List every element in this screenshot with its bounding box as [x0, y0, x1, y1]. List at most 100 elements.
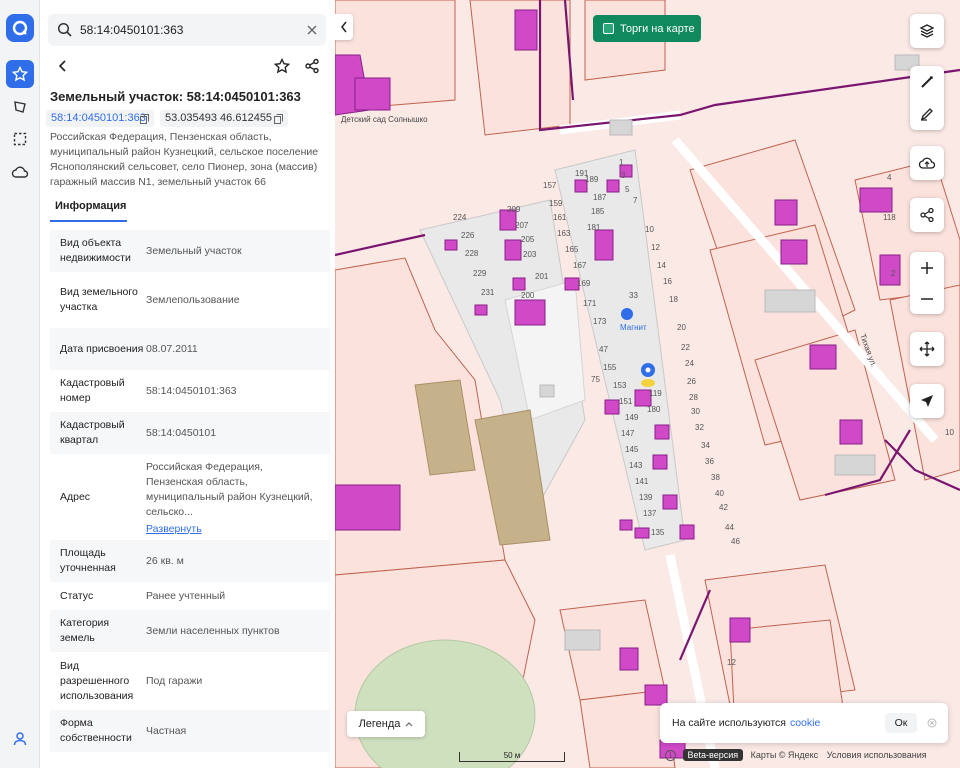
lot-number: 165: [565, 245, 579, 254]
map-building: [514, 299, 546, 326]
lot-number: 224: [453, 213, 467, 222]
table-row: Площадь уточненная 26 кв. м: [50, 540, 330, 582]
lot-number: 151: [619, 397, 633, 406]
ruler-icon[interactable]: [919, 74, 935, 90]
layers-button[interactable]: [910, 14, 944, 48]
map-building: [652, 454, 668, 470]
map-footer: i Beta-версия Карты © Яндекс Условия исп…: [665, 749, 960, 766]
yandex-credit[interactable]: Карты © Яндекс: [751, 750, 819, 760]
cookie-link[interactable]: cookie: [790, 717, 820, 729]
search-input[interactable]: [80, 14, 290, 46]
table-row: Дата присвоения 08.07.2011: [50, 328, 330, 370]
clear-search-icon[interactable]: [306, 24, 318, 36]
row-label: Дата присвоения: [60, 342, 144, 355]
table-row: Кадастровый номер 58:14:0450101:363: [50, 370, 330, 412]
chevron-left-icon: [341, 21, 347, 33]
lot-number: 141: [635, 477, 649, 486]
measure-nav-button[interactable]: [6, 93, 34, 121]
select-area-nav-button[interactable]: [6, 125, 34, 153]
lot-number: 147: [621, 429, 635, 438]
app-logo[interactable]: [6, 14, 34, 42]
row-label: Кадастровый квартал: [60, 419, 125, 446]
cadastral-number-chip[interactable]: 58:14:0450101:363: [46, 110, 154, 127]
map-building: [839, 419, 863, 445]
collapse-panel-button[interactable]: [335, 14, 353, 40]
lot-number: 157: [543, 181, 557, 190]
lot-number: 40: [715, 489, 724, 498]
lot-number: 139: [639, 493, 653, 502]
lot-number: 118: [883, 213, 896, 222]
info-icon[interactable]: i: [665, 750, 676, 762]
map-share-button[interactable]: [910, 198, 944, 232]
map-building: [354, 77, 391, 111]
profile-nav-button[interactable]: [6, 725, 34, 753]
lot-number: 1: [619, 158, 624, 167]
favorite-star-icon[interactable]: [274, 58, 290, 74]
lot-number: 22: [681, 343, 690, 352]
map-building: [654, 424, 670, 440]
lot-number: 24: [685, 359, 694, 368]
map-label: Детский сад Солнышко: [341, 115, 428, 124]
copy-icon[interactable]: [274, 114, 283, 124]
my-location-button[interactable]: [910, 384, 944, 418]
cookie-banner: На сайте используются cookie Ок: [660, 703, 948, 743]
lot-number: 185: [591, 207, 605, 216]
back-icon[interactable]: [56, 59, 70, 73]
row-value: Земли населенных пунктов: [146, 624, 280, 637]
map-canvas[interactable]: Детский сад Солнышко Тихая ул. Магнит 22…: [335, 0, 960, 768]
scale-bar: 50 м: [459, 752, 565, 762]
cadastral-number-link[interactable]: 58:14:0450101:363: [51, 112, 146, 124]
cookie-ok-button[interactable]: Ок: [885, 713, 917, 733]
shop-poi[interactable]: [621, 308, 633, 320]
lot-number: 143: [629, 461, 643, 470]
chevron-up-icon: [405, 722, 413, 727]
lot-number: 226: [461, 231, 475, 240]
pan-button[interactable]: [910, 332, 944, 366]
map-building: [514, 9, 538, 51]
lot-number: 181: [587, 223, 601, 232]
row-label: Вид разрешенного использования: [60, 659, 134, 702]
cookie-text: На сайте используются: [672, 717, 786, 729]
map-building: [619, 647, 639, 671]
zoom-out-icon[interactable]: [920, 292, 934, 306]
parcel-address: Российская Федерация, Пензенская область…: [50, 131, 319, 188]
cloud-nav-button[interactable]: [6, 158, 34, 186]
upload-button[interactable]: [910, 146, 944, 180]
favorites-nav-button[interactable]: [6, 60, 34, 88]
coordinates-chip[interactable]: 53.035493 46.612455: [160, 110, 288, 127]
row-value: Землепользование: [146, 293, 240, 306]
lot-number: 149: [625, 413, 639, 422]
lot-number: 167: [573, 261, 587, 270]
lot-number: 12: [727, 658, 736, 667]
table-row: Адрес Российская Федерация, Пензенская об…: [50, 454, 330, 540]
close-icon[interactable]: [927, 718, 937, 728]
legend-button[interactable]: Легенда: [347, 711, 425, 737]
lot-number: 46: [731, 537, 740, 546]
polygon-icon: [14, 101, 26, 113]
coordinates-text: 53.035493 46.612455: [165, 112, 273, 124]
row-label: Вид земельного участка: [60, 286, 138, 313]
map-parcel: [854, 159, 960, 301]
lot-number: 201: [535, 272, 549, 281]
table-row: Форма собственности Частная: [50, 710, 330, 752]
tab-info[interactable]: Информация: [50, 200, 127, 222]
copy-icon[interactable]: [140, 114, 149, 124]
auctions-toggle-button[interactable]: Торги на карте: [593, 15, 701, 42]
lot-number: 36: [705, 457, 714, 466]
map-parcel: [889, 284, 960, 481]
terms-link[interactable]: Условия использования: [827, 750, 927, 760]
lot-number: 137: [643, 509, 657, 518]
lot-number: 20: [677, 323, 686, 332]
lot-number: 3: [621, 171, 626, 180]
edit-icon[interactable]: [919, 106, 935, 122]
lot-number: 30: [691, 407, 700, 416]
share-icon[interactable]: [304, 58, 320, 74]
lot-number: 205: [521, 235, 535, 244]
expand-address-link[interactable]: Развернуть: [146, 523, 316, 535]
zoom-in-icon[interactable]: [920, 261, 934, 275]
lot-number: 12: [651, 243, 660, 252]
auctions-checkbox[interactable]: [603, 23, 614, 34]
lot-number: 7: [633, 196, 638, 205]
map-building: [604, 399, 620, 415]
cadastral-map[interactable]: Детский сад Солнышко Тихая ул. Магнит 22…: [335, 0, 960, 768]
